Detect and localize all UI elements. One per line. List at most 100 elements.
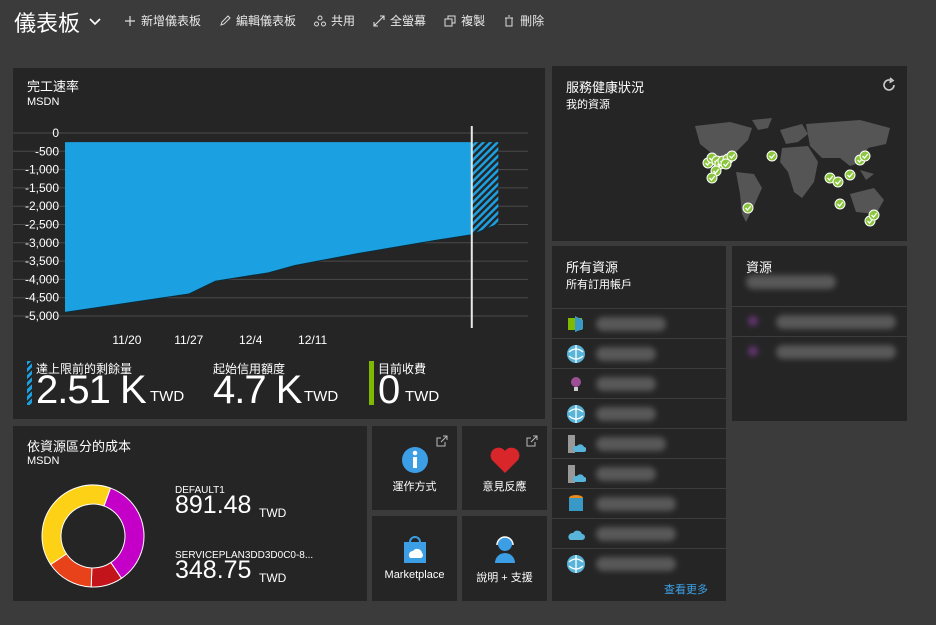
tile-subtitle: 我的資源 <box>566 99 610 111</box>
edit-dashboard-button[interactable]: 編輯儀表板 <box>219 12 296 29</box>
marketplace-bag-icon <box>404 536 426 563</box>
burn-projection-area <box>471 142 499 235</box>
pencil-icon <box>220 14 231 26</box>
check-icon <box>859 150 871 162</box>
support-person-icon <box>495 536 515 563</box>
app-service-icon <box>568 316 583 332</box>
y-tick-label: -4,000 <box>25 272 59 286</box>
tile-title: 完工速率 <box>27 79 80 94</box>
list-item[interactable] <box>552 398 726 428</box>
cost-item-unit: TWD <box>259 506 287 520</box>
y-tick-label: -5,000 <box>25 309 59 323</box>
list-item[interactable] <box>552 458 726 488</box>
redacted-text <box>596 467 656 481</box>
how-it-works-tile[interactable]: 運作方式 <box>372 426 457 510</box>
list-item[interactable] <box>552 428 726 458</box>
marketplace-label: Marketplace <box>384 569 445 581</box>
y-tick-label: -3,500 <box>25 254 59 268</box>
redacted-text <box>596 527 676 541</box>
redacted-text <box>596 407 656 421</box>
x-tick-label: 12/4 <box>239 333 263 347</box>
redacted-text <box>596 347 656 361</box>
tile-subtitle: 所有訂用帳戶 <box>566 279 632 291</box>
redacted-text <box>596 437 666 451</box>
list-item[interactable] <box>552 308 726 338</box>
cost-item-unit: TWD <box>259 571 287 585</box>
edit-dashboard-label: 編輯儀表板 <box>236 14 297 28</box>
y-tick-label: -1,500 <box>25 181 59 195</box>
share-button[interactable]: 共用 <box>314 12 355 29</box>
chevron-down-icon <box>89 18 101 26</box>
redacted-text <box>596 557 676 571</box>
redacted-text <box>746 275 836 289</box>
clone-label: 複製 <box>461 14 486 28</box>
help-support-tile[interactable]: 說明 + 支援 <box>462 516 547 601</box>
refresh-icon[interactable] <box>881 77 897 93</box>
fullscreen-label: 全螢幕 <box>390 14 427 28</box>
external-link-icon <box>526 435 538 447</box>
service-health-tile[interactable]: 服務健康狀況 我的資源 <box>552 66 907 241</box>
redacted-text <box>776 315 896 329</box>
tile-title: 資源 <box>746 260 773 275</box>
list-item[interactable] <box>552 488 726 518</box>
check-icon <box>832 176 844 188</box>
list-item[interactable] <box>552 368 726 398</box>
y-tick-label: 0 <box>52 126 59 140</box>
y-tick-label: -2,500 <box>25 218 59 232</box>
list-item[interactable] <box>732 306 907 336</box>
burn-area <box>65 142 472 313</box>
help-support-label: 說明 + 支援 <box>476 572 533 584</box>
fullscreen-button[interactable]: 全螢幕 <box>373 12 426 29</box>
burn-rate-tile[interactable]: 完工速率 MSDN 0 -500 -1,000 -1,500 -2,000 -2,500 -… <box>13 68 545 419</box>
y-tick-label: -500 <box>35 144 59 158</box>
dashboard-selector[interactable]: 儀表板 <box>14 6 102 38</box>
kpi-unit: TWD <box>304 388 339 405</box>
kpi-swatch <box>369 361 374 405</box>
all-resources-tile[interactable]: 所有資源 所有訂用帳戶 查看更多 <box>552 246 726 601</box>
new-dashboard-button[interactable]: 新增儀表板 <box>124 12 201 29</box>
y-tick-label: -2,000 <box>25 199 59 213</box>
tile-title: 服務健康狀況 <box>566 80 645 95</box>
server-cloud-icon <box>568 435 586 453</box>
kpi-value: 4.7 K <box>213 368 302 412</box>
mysql-db-icon <box>569 495 583 511</box>
list-item[interactable] <box>732 336 907 366</box>
tile-title: 依資源區分的成本 <box>27 439 132 454</box>
list-item[interactable] <box>552 518 726 548</box>
delete-button[interactable]: 刪除 <box>503 12 544 29</box>
plus-icon <box>125 15 135 26</box>
check-icon <box>742 202 754 214</box>
list-item[interactable] <box>552 548 726 578</box>
delete-label: 刪除 <box>520 14 545 28</box>
tile-subtitle: MSDN <box>27 96 60 108</box>
cost-by-resource-tile[interactable]: 依資源區分的成本 MSDN DEFAULT1 891.48 TWD SERVIC… <box>13 426 367 601</box>
y-tick-label: -1,000 <box>25 163 59 177</box>
copy-icon <box>444 15 456 26</box>
redacted-text <box>596 497 676 511</box>
server-cloud-icon <box>568 465 586 483</box>
clone-button[interactable]: 複製 <box>444 12 485 29</box>
top-bar: 儀表板 新增儀表板 編輯儀表板 共用 全螢幕 複製 刪除 <box>0 0 936 44</box>
external-link-icon <box>436 435 448 447</box>
feedback-tile[interactable]: 意見反應 <box>462 426 547 510</box>
toolbar: 新增儀表板 編輯儀表板 共用 全螢幕 複製 刪除 <box>124 12 544 29</box>
kpi-value: 0 <box>378 368 400 412</box>
feedback-label: 意見反應 <box>482 481 527 493</box>
cost-donut-chart <box>41 484 145 588</box>
globe-icon <box>567 555 585 573</box>
see-more-link[interactable]: 查看更多 <box>664 581 708 597</box>
check-icon <box>844 169 856 181</box>
resources-tile[interactable]: 資源 <box>732 246 907 421</box>
kpi-unit: TWD <box>150 388 185 405</box>
lightbulb-icon <box>571 377 581 391</box>
info-icon <box>402 447 428 473</box>
check-icon <box>720 158 732 170</box>
redacted-text <box>596 317 666 331</box>
marketplace-tile[interactable]: Marketplace <box>372 516 457 601</box>
cost-item-value: 348.75 <box>175 556 252 584</box>
y-tick-label: -3,000 <box>25 236 59 250</box>
list-item[interactable] <box>552 338 726 368</box>
how-it-works-label: 運作方式 <box>392 481 437 493</box>
new-dashboard-label: 新增儀表板 <box>141 14 202 28</box>
expand-icon <box>373 14 385 27</box>
